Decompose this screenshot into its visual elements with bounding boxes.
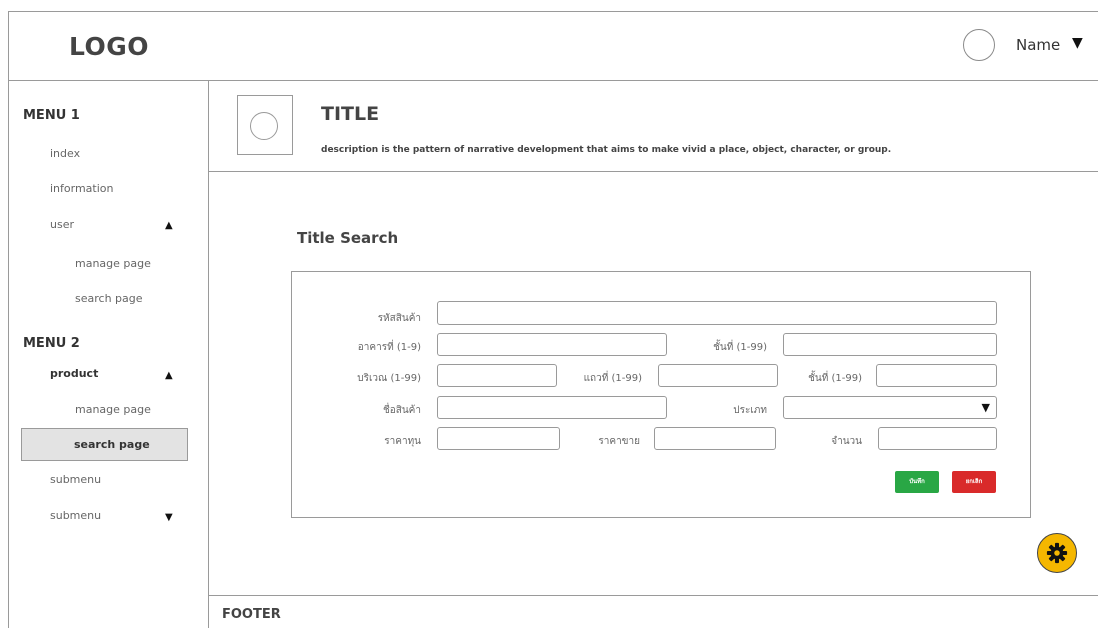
settings-fab[interactable] (1037, 533, 1077, 573)
user-avatar[interactable] (963, 29, 995, 61)
type-label: ประเภท (733, 405, 767, 416)
caret-up-icon[interactable]: ▲ (165, 370, 173, 381)
top-bar: LOGO Name ▼ (8, 11, 1098, 81)
save-button[interactable]: บันทึก (895, 471, 939, 493)
cancel-button[interactable]: ยกเลิก (952, 471, 996, 493)
area-label: บริเวณ (1-99) (357, 373, 421, 384)
row-input[interactable] (658, 364, 778, 387)
floor-input[interactable] (783, 333, 997, 356)
sidebar-item-label: search page (74, 438, 150, 451)
sidebar-item-product[interactable]: product (50, 367, 98, 380)
footer-text: FOOTER (222, 607, 281, 622)
caret-up-icon[interactable]: ▲ (165, 220, 173, 231)
page-image-placeholder (237, 95, 293, 155)
quantity-label: จำนวน (831, 436, 862, 447)
product-name-label: ชื่อสินค้า (382, 405, 421, 416)
product-code-input[interactable] (437, 301, 997, 325)
type-select[interactable]: ▼ (783, 396, 997, 419)
sidebar-subitem-search-page-active[interactable]: search page (21, 428, 188, 461)
building-input[interactable] (437, 333, 667, 356)
sidebar-item-submenu[interactable]: submenu (50, 473, 101, 486)
caret-down-icon[interactable]: ▼ (1072, 35, 1083, 51)
floor-label: ชั้นที่ (1-99) (713, 342, 767, 353)
logo[interactable]: LOGO (69, 32, 149, 61)
page-title: TITLE (321, 103, 380, 125)
sidebar: MENU 1 index information user ▲ manage p… (8, 81, 209, 628)
floor2-label: ชั้นที่ (1-99) (808, 373, 862, 384)
sidebar-item-submenu[interactable]: submenu (50, 509, 101, 522)
building-label: อาคารที่ (1-9) (357, 342, 421, 353)
floor2-input[interactable] (876, 364, 997, 387)
search-title: Title Search (297, 229, 399, 247)
sidebar-item-user[interactable]: user (50, 218, 74, 231)
gear-icon (1046, 542, 1068, 564)
user-name[interactable]: Name (1016, 36, 1060, 54)
product-code-label: รหัสสินค้า (377, 313, 421, 324)
chevron-down-icon: ▼ (981, 401, 990, 414)
row-label: แถวที่ (1-99) (583, 373, 642, 384)
sidebar-subitem-manage-page[interactable]: manage page (75, 403, 151, 416)
page-description: description is the pattern of narrative … (321, 145, 892, 155)
area-input[interactable] (437, 364, 557, 387)
page-header: TITLE description is the pattern of narr… (209, 81, 1098, 172)
menu-2-heading: MENU 2 (23, 336, 80, 351)
sidebar-item-index[interactable]: index (50, 147, 80, 160)
cost-price-input[interactable] (437, 427, 560, 450)
caret-down-icon[interactable]: ▼ (165, 512, 173, 523)
image-circle-icon (250, 112, 278, 140)
sell-price-input[interactable] (654, 427, 776, 450)
cost-price-label: ราคาทุน (384, 436, 421, 447)
sidebar-subitem-search-page[interactable]: search page (75, 292, 143, 305)
quantity-input[interactable] (878, 427, 997, 450)
menu-1-heading: MENU 1 (23, 108, 80, 123)
footer: FOOTER (209, 595, 1098, 628)
sidebar-item-information[interactable]: information (50, 182, 114, 195)
product-name-input[interactable] (437, 396, 667, 419)
sell-price-label: ราคาขาย (598, 436, 640, 447)
sidebar-subitem-manage-page[interactable]: manage page (75, 257, 151, 270)
